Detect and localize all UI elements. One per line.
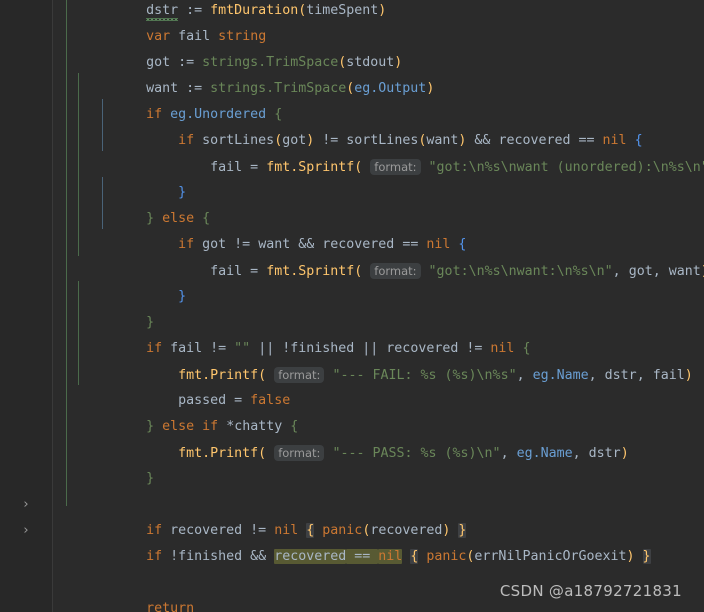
editor-gutter: › › — [0, 0, 53, 612]
collapse-chevron-1-icon[interactable]: › — [0, 492, 52, 518]
collapse-chevron-2-icon[interactable]: › — [0, 518, 52, 544]
code-line-got: got := strings.TrimSpace(stdout) — [146, 55, 403, 70]
token-recovered-highlighted: recovered — [274, 549, 347, 564]
indent-guide-level2-b — [102, 177, 103, 229]
code-line-printf-fail: fmt.Printf( format: "--- FAIL: %s (%s)\n… — [178, 367, 693, 383]
code-line-passed-false: passed = false — [178, 393, 291, 408]
code-line-if-fail: if fail != "" || !finished || recovered … — [146, 341, 531, 356]
code-line-panic-errnil: if !finished && recovered == nil { panic… — [146, 549, 651, 564]
code-area[interactable]: // made to fail and panic with errNilPan… — [0, 0, 704, 612]
token-if-7: if — [146, 549, 163, 564]
code-editor-screenshot: › › // made to fail and panic with errNi… — [0, 0, 704, 612]
token-finished-2: finished — [178, 549, 243, 564]
watermark-text: CSDN @a18792721831 — [499, 582, 682, 600]
code-line-close-brace-2: } — [178, 289, 187, 304]
code-line-var-fail: var fail string — [0, 0, 704, 44]
code-line-fail-sprintf-unordered: fail = fmt.Sprintf( format: "got:\n%s\nw… — [0, 128, 704, 175]
code-line-if-got-want: if got != want && recovered == nil { — [178, 237, 467, 252]
code-line-if-unordered: if eg.Unordered { — [146, 107, 283, 122]
code-line-close-brace-4: } — [146, 471, 155, 486]
indent-guide-body — [66, 0, 67, 506]
token-errnilpanicorgoexit: errNilPanicOrGoexit — [474, 549, 627, 564]
code-line-close-brace-3: } — [146, 315, 155, 330]
code-line-fail-sprintf-plain: fail = fmt.Sprintf( format: "got:\n%s\nw… — [210, 263, 704, 279]
token-nil-highlighted: nil — [378, 549, 403, 564]
code-line-if-sortlines: if sortLines(got) != sortLines(want) && … — [178, 133, 643, 148]
code-line-want: want := strings.TrimSpace(eg.Output) — [146, 81, 435, 96]
code-line-panic-recovered: if recovered != nil { panic(recovered) } — [146, 523, 467, 538]
indent-guide-level1-c — [78, 333, 79, 385]
indent-guide-level1-a — [78, 73, 79, 256]
token-panic-2: panic — [426, 549, 467, 564]
code-line-printf-pass: fmt.Printf( format: "--- PASS: %s (%s)\n… — [178, 445, 629, 461]
code-line-else-1: } else { — [146, 211, 211, 226]
code-line-else-if-chatty: } else if *chatty { — [146, 419, 299, 434]
code-line-close-brace-1: } — [178, 185, 187, 200]
indent-guide-level2-a — [102, 99, 103, 151]
